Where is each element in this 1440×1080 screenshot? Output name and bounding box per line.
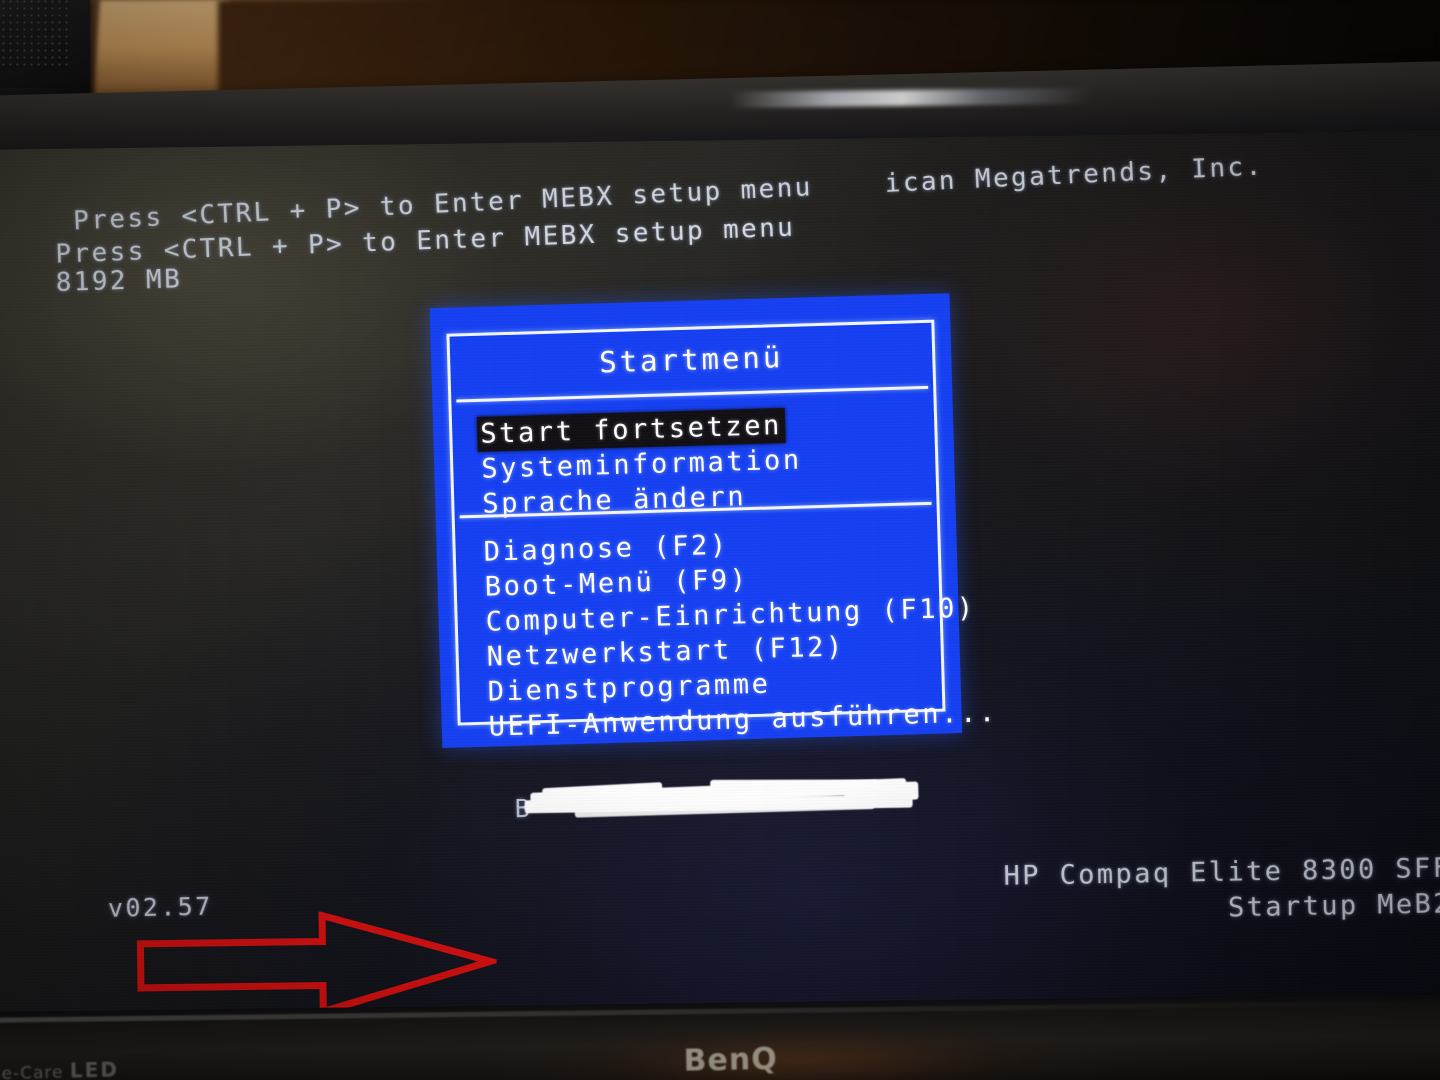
- system-model-line: HP Compaq Elite 8300 SFF: [1003, 852, 1440, 892]
- red-arrow-annotation: [136, 909, 504, 1018]
- redacted-text-line: B: [514, 775, 945, 831]
- arrow-right-icon: [136, 910, 504, 1017]
- menu-group-primary: Start fortsetzen Systeminformation Sprac…: [476, 407, 806, 521]
- startup-label-line: Startup MeB2: [1227, 888, 1440, 924]
- monitor-screen: Press <CTRL + P> to Enter MEBX setup men…: [0, 130, 1440, 1030]
- startmenu-dialog[interactable]: Startmenü Start fortsetzen Systeminforma…: [429, 293, 998, 749]
- monitor-brand-logo: BenQ: [683, 1041, 779, 1079]
- tagline-prefix: Eye-Care: [0, 1062, 64, 1080]
- bezel-warm-reflection: [490, 1008, 1112, 1080]
- photograph-of-monitor: Press <CTRL + P> to Enter MEBX setup men…: [0, 0, 1440, 1080]
- speaker-device: [0, 0, 90, 130]
- redaction-stroke: [844, 781, 919, 802]
- bios-version-line: v02.57: [107, 891, 213, 923]
- monitor-tagline: Eye-Care LED: [0, 1057, 119, 1080]
- memory-size-line: 8192 MB: [55, 264, 183, 298]
- menu-group-secondary: Diagnose (F2) Boot-Menü (F9) Computer-Ei…: [480, 520, 1001, 745]
- tagline-led: LED: [69, 1057, 120, 1080]
- speaker-grill-icon: [0, 0, 72, 70]
- bezel-light-reflection: [730, 87, 1091, 108]
